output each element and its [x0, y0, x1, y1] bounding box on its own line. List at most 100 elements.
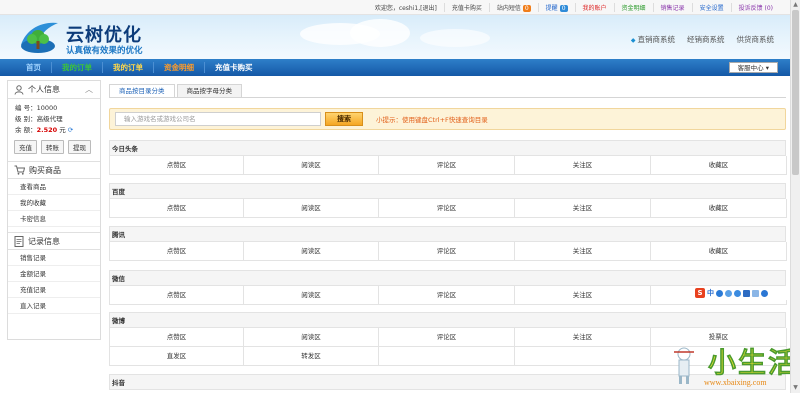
scroll-up-icon[interactable]: ▲ [792, 1, 799, 9]
category-cell[interactable]: 点赞区 [110, 242, 244, 261]
buy-goods-title: 购买商品 [29, 165, 61, 175]
search-tip: 小提示：使用键盘Ctrl+F快速查询目录 [376, 116, 488, 124]
tab-by-letter[interactable]: 商品按字母分类 [176, 84, 242, 98]
category-title: 微信 [109, 270, 786, 286]
page-scrollbar[interactable]: ▲ ▼ [790, 0, 800, 393]
search-button[interactable]: 搜索 [325, 112, 363, 126]
punctuation-icon[interactable] [716, 289, 723, 297]
site-header: 云树优化 认真做有效果的优化 直销商系统 经销商系统 供货商系统 [0, 15, 790, 59]
category-cell[interactable]: 阅读区 [244, 328, 379, 347]
category-cell[interactable]: 阅读区 [244, 286, 379, 305]
site-slogan: 认真做有效果的优化 [66, 46, 143, 56]
sidebar-item-recharge-records[interactable]: 充值记录 [8, 282, 100, 298]
distributor-system-link[interactable]: 经销商系统 [687, 34, 725, 45]
tab-divider [109, 97, 786, 98]
my-account-link[interactable]: 我的账户 [574, 2, 614, 12]
microphone-icon[interactable] [734, 289, 741, 297]
category-row: 点赞区 阅读区 评论区 关注区 收藏区 [109, 199, 787, 218]
user-level-label: 级 别： [15, 115, 37, 123]
category-cell[interactable]: 阅读区 [244, 156, 379, 175]
category-cell[interactable]: 点赞区 [110, 199, 244, 218]
sidebar-item-sales-records[interactable]: 销售记录 [8, 250, 100, 266]
category-cell[interactable]: 评论区 [379, 242, 515, 261]
messages-label: 站内短信 [496, 4, 521, 12]
transfer-button[interactable]: 转账 [41, 140, 64, 154]
ime-mode-label[interactable]: 中 [707, 288, 714, 298]
sidebar-item-amount-records[interactable]: 金额记录 [8, 266, 100, 282]
keyboard-icon[interactable] [743, 289, 750, 297]
category-cell[interactable]: 关注区 [515, 286, 651, 305]
scroll-down-icon[interactable]: ▼ [792, 384, 799, 392]
charge-card-buy-link[interactable]: 充值卡购买 [443, 2, 489, 12]
main-menu-bar: 首页 我的订单 我的订单 资金明细 充值卡购买 客服中心 ▾ [0, 59, 790, 76]
tree-logo-icon[interactable] [18, 19, 60, 55]
collapse-chevron-up-icon[interactable]: ︿ [85, 84, 93, 95]
category-cell[interactable]: 评论区 [379, 199, 515, 218]
category-tabs: 商品按目录分类 商品按字母分类 [109, 84, 244, 98]
category-cell[interactable]: 收藏区 [651, 156, 787, 175]
direct-seller-system-link[interactable]: 直销商系统 [631, 34, 676, 45]
complaint-feedback-link[interactable]: 投诉反馈 (0) [730, 2, 780, 12]
sidebar-item-view-goods[interactable]: 查看商品 [8, 179, 100, 195]
category-cell[interactable] [379, 347, 515, 366]
reminders-link[interactable]: 提醒 0 [537, 2, 575, 12]
ime-toolbar[interactable]: S 中 [693, 286, 790, 300]
category-cell[interactable]: 直发区 [110, 347, 244, 366]
menu-home[interactable]: 首页 [16, 62, 52, 73]
sidebar-item-card-info[interactable]: 卡密信息 [8, 211, 100, 227]
refresh-icon[interactable]: ⟳ [68, 126, 73, 134]
category-row: 点赞区 阅读区 评论区 关注区 [109, 286, 787, 305]
sidebar-item-direct-records[interactable]: 直入记录 [8, 298, 100, 314]
category-cell[interactable]: 关注区 [515, 328, 651, 347]
balance-value: 2.520 [36, 126, 58, 134]
cloud-decoration [350, 19, 410, 47]
category-cell[interactable]: 点赞区 [110, 286, 244, 305]
category-cell[interactable]: 点赞区 [110, 156, 244, 175]
category-cell[interactable]: 阅读区 [244, 242, 379, 261]
emoji-icon[interactable] [725, 289, 732, 297]
category-cell[interactable]: 转发区 [244, 347, 379, 366]
top-utility-bar: 欢迎您，ceshi1,[退出] 充值卡购买 站内短信 0 提醒 0 我的账户 资金明… [0, 0, 790, 15]
menu-my-orders-green[interactable]: 我的订单 [52, 62, 103, 73]
withdraw-button[interactable]: 提现 [68, 140, 91, 154]
menu-my-orders[interactable]: 我的订单 [103, 62, 154, 73]
scrollbar-thumb[interactable] [792, 10, 799, 175]
category-cell[interactable]: 评论区 [379, 286, 515, 305]
menu-funds-detail[interactable]: 资金明细 [154, 62, 205, 73]
category-cell[interactable]: 收藏区 [651, 242, 787, 261]
search-input[interactable]: 输入游戏名或游戏公司名 [115, 112, 321, 126]
category-tencent: 腾讯 点赞区 阅读区 评论区 关注区 收藏区 [109, 226, 787, 261]
watermark-url: www.xbaixing.com [704, 378, 767, 387]
category-cell[interactable]: 收藏区 [651, 199, 787, 218]
category-title: 百度 [109, 183, 786, 199]
user-level-value: 高级代理 [36, 115, 63, 123]
customer-service-dropdown[interactable]: 客服中心 ▾ [728, 62, 778, 73]
security-settings-link[interactable]: 安全设置 [691, 2, 731, 12]
category-cell[interactable]: 关注区 [515, 156, 651, 175]
sidebar-item-my-favorites[interactable]: 我的收藏 [8, 195, 100, 211]
sidebar: 个人信息 ︿ 编 号：10000 级 别：高级代理 余 额：2.520 元 ⟳ … [7, 80, 101, 340]
sales-records-link[interactable]: 销售记录 [652, 2, 692, 12]
site-messages-link[interactable]: 站内短信 0 [488, 2, 538, 12]
user-level-row: 级 别：高级代理 [8, 114, 100, 125]
toolbox-icon[interactable] [761, 289, 768, 297]
category-cell[interactable]: 评论区 [379, 156, 515, 175]
recharge-button[interactable]: 充值 [14, 140, 37, 154]
category-cell[interactable]: 点赞区 [110, 328, 244, 347]
sogou-ime-icon[interactable]: S [695, 288, 705, 298]
messages-count-badge: 0 [522, 4, 531, 12]
menu-charge-card-buy[interactable]: 充值卡购买 [205, 62, 263, 73]
tab-by-directory[interactable]: 商品按目录分类 [109, 84, 175, 98]
funds-detail-link[interactable]: 资金明细 [613, 2, 653, 12]
category-toutiao: 今日头条 点赞区 阅读区 评论区 关注区 收藏区 [109, 140, 787, 175]
supplier-system-link[interactable]: 供货商系统 [737, 34, 775, 45]
personal-info-header: 个人信息 ︿ [8, 81, 100, 99]
category-cell[interactable]: 关注区 [515, 242, 651, 261]
skin-icon[interactable] [752, 289, 759, 297]
category-title: 腾讯 [109, 226, 786, 242]
category-cell[interactable]: 阅读区 [244, 199, 379, 218]
welcome-logout-link[interactable]: 欢迎您，ceshi1,[退出] [368, 3, 444, 12]
category-cell[interactable] [515, 347, 651, 366]
category-cell[interactable]: 评论区 [379, 328, 515, 347]
category-cell[interactable]: 关注区 [515, 199, 651, 218]
